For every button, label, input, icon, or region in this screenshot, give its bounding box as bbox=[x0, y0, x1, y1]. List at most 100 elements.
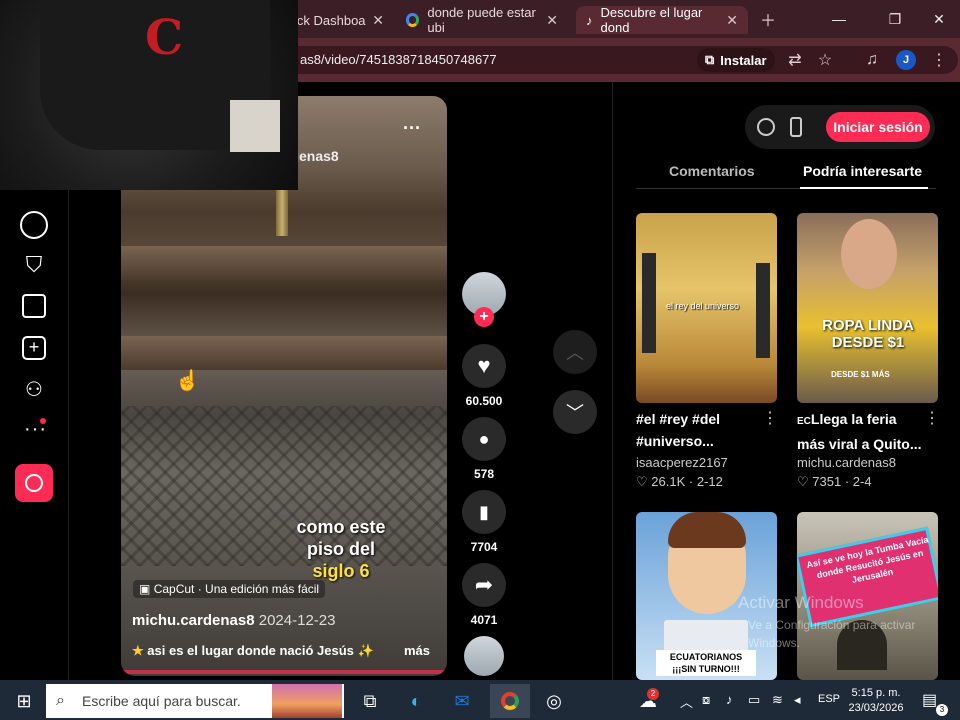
mobile-app-icon[interactable] bbox=[790, 117, 802, 137]
account-icon bbox=[25, 474, 43, 492]
share-arrow-icon: ➦ bbox=[474, 572, 494, 597]
menu-dots-icon[interactable]: ⋮ bbox=[927, 48, 951, 72]
battery-icon[interactable]: ▭ bbox=[748, 692, 760, 708]
tab-google-search[interactable]: donde puede estar ubi ✕ bbox=[396, 5, 568, 35]
video-thumbnail[interactable]: ROPA LINDA DESDE $1 DESDE $1 MÁS bbox=[797, 213, 938, 403]
webcam-background bbox=[230, 100, 280, 152]
card-username[interactable]: isaacperez2167 bbox=[636, 455, 728, 470]
show-hidden-icons-chevron-icon[interactable]: ︿ bbox=[680, 692, 693, 711]
tab-label: Descubre el lugar dond bbox=[600, 5, 703, 35]
video-author[interactable]: michu.cardenas8 bbox=[132, 612, 255, 629]
webcam-overlay: C bbox=[0, 0, 298, 190]
more-link[interactable]: más bbox=[404, 643, 430, 658]
following-icon[interactable]: ⛉ bbox=[20, 252, 48, 280]
search-highlight-image[interactable] bbox=[272, 684, 342, 718]
new-tab-icon[interactable]: ＋ bbox=[756, 7, 780, 31]
music-disc-avatar[interactable] bbox=[464, 636, 504, 676]
card-menu-icon[interactable]: ⋮ bbox=[762, 408, 778, 428]
bookmark-star-icon[interactable]: ☆ bbox=[813, 48, 837, 72]
obs-icon[interactable]: ◎ bbox=[536, 684, 572, 718]
tab-dashboard[interactable]: ick Dashboa ✕ bbox=[284, 6, 394, 34]
thumbnail-overlay-text: el rey del universo bbox=[666, 301, 740, 311]
wifi-icon[interactable]: ≋ bbox=[772, 692, 783, 708]
video-scene-plank bbox=[121, 246, 447, 280]
heart-outline-icon: ♡ bbox=[797, 474, 809, 489]
account-button[interactable] bbox=[15, 464, 53, 502]
notification-count-badge: 3 bbox=[936, 704, 948, 716]
edge-icon[interactable]: ◐ bbox=[398, 684, 434, 718]
webcam-cap-logo: C bbox=[145, 10, 184, 66]
media-control-icon[interactable]: ♫ bbox=[860, 48, 884, 72]
card-title[interactable]: ECLlega la feria más viral a Quito... bbox=[797, 408, 927, 455]
restore-icon[interactable]: ❐ bbox=[880, 8, 910, 30]
card-stats: ♡ 26.1K · 2-12 bbox=[636, 474, 723, 489]
tab-active-indicator bbox=[800, 187, 928, 189]
chrome-icon[interactable] bbox=[490, 684, 530, 718]
task-view-icon[interactable]: ⧉ bbox=[352, 684, 388, 718]
share-button[interactable]: ➦ bbox=[462, 563, 506, 607]
upload-plus-icon[interactable]: + bbox=[22, 336, 46, 360]
windows-activation-title: Activar Windows bbox=[738, 593, 864, 612]
tab-you-may-like[interactable]: Podría interesarte bbox=[803, 163, 922, 179]
thumbnail-overlay-subtext: DESDE $1 MÁS bbox=[831, 370, 890, 379]
thumbnail-overlay-text: ROPA LINDA DESDE $1 bbox=[822, 317, 914, 351]
thumbnail-overlay-text: ECUATORIANOS ¡¡¡SIN TURNO!!! bbox=[656, 650, 756, 676]
thumbnail-guard-figure bbox=[756, 263, 770, 358]
card-menu-icon[interactable]: ⋮ bbox=[924, 408, 940, 428]
capcut-icon: ▣ bbox=[139, 582, 151, 596]
explore-compass-icon[interactable] bbox=[20, 211, 48, 239]
card-username[interactable]: michu.cardenas8 bbox=[797, 455, 896, 470]
minimize-icon[interactable]: — bbox=[824, 8, 854, 30]
video-options-icon[interactable]: ··· bbox=[403, 118, 421, 139]
tab-comments[interactable]: Comentarios bbox=[669, 163, 755, 179]
sidebar-divider bbox=[68, 190, 69, 680]
close-icon[interactable]: ✕ bbox=[726, 12, 738, 29]
install-app-button[interactable]: ⧉ Instalar bbox=[697, 48, 775, 72]
windows-start-icon[interactable]: ⊞ bbox=[6, 684, 42, 718]
capcut-badge[interactable]: ▣ CapCut · Una edición más fácil bbox=[133, 580, 326, 598]
login-button[interactable]: Iniciar sesión bbox=[826, 112, 930, 142]
meet-now-icon[interactable]: ⧇ bbox=[702, 692, 710, 708]
microphone-icon[interactable]: ♪ bbox=[726, 692, 733, 707]
thumbnail-guard-figure bbox=[642, 253, 656, 353]
url-text[interactable]: as8/video/7451838718450748677 bbox=[300, 52, 497, 67]
sparkle-emoji-icon: ✨ bbox=[357, 643, 374, 658]
like-count: 60.500 bbox=[465, 394, 503, 408]
install-icon: ⧉ bbox=[705, 52, 715, 67]
profile-person-icon[interactable]: ⚇ bbox=[22, 377, 46, 401]
thumbnail-person bbox=[841, 219, 897, 289]
star-emoji-icon: ★ bbox=[132, 643, 144, 658]
bookmark-icon: ▮ bbox=[479, 501, 489, 522]
follow-plus-icon[interactable]: + bbox=[474, 307, 494, 327]
thumbnail-cartoon-hair bbox=[668, 512, 746, 548]
video-progress-bar[interactable] bbox=[121, 670, 447, 674]
like-button[interactable]: ♥ bbox=[462, 344, 506, 388]
close-window-icon[interactable]: ✕ bbox=[924, 8, 954, 30]
tiktok-icon: ♪ bbox=[586, 12, 593, 28]
comment-count: 578 bbox=[473, 467, 495, 481]
close-icon[interactable]: ✕ bbox=[546, 12, 558, 29]
heart-icon: ♥ bbox=[477, 353, 491, 378]
system-clock[interactable]: 5:15 p. m. 23/03/2026 bbox=[836, 686, 916, 716]
tab-tiktok-video[interactable]: ♪ Descubre el lugar dond ✕ bbox=[576, 5, 748, 35]
comment-button[interactable]: ● bbox=[462, 417, 506, 461]
heart-outline-icon: ♡ bbox=[636, 474, 648, 489]
video-author-line[interactable]: michu.cardenas8 2024-12-23 bbox=[132, 612, 335, 629]
outlook-icon[interactable]: ✉ bbox=[444, 684, 480, 718]
windows-activation-subtitle: Ve a Configuración para activar Windows. bbox=[748, 618, 916, 650]
live-tv-icon[interactable] bbox=[22, 294, 46, 318]
profile-avatar[interactable]: J bbox=[896, 50, 916, 70]
close-icon[interactable]: ✕ bbox=[372, 12, 384, 29]
save-button[interactable]: ▮ bbox=[462, 490, 506, 534]
video-date: 2024-12-23 bbox=[258, 612, 336, 629]
card-title[interactable]: #el #rey #del #universo... bbox=[636, 408, 766, 452]
next-video-chevron-down-icon[interactable]: ﹀ bbox=[553, 390, 597, 434]
volume-icon[interactable]: ◂ bbox=[794, 692, 801, 708]
video-thumbnail[interactable]: el rey del universo bbox=[636, 213, 777, 403]
tiktok-coin-icon[interactable] bbox=[757, 118, 775, 136]
notification-dot bbox=[40, 418, 46, 424]
translate-icon[interactable]: ⇄ bbox=[783, 48, 807, 72]
notifications-icon[interactable]: ▤ bbox=[922, 690, 937, 710]
tab-label: ick Dashboa bbox=[294, 12, 366, 28]
previous-video-chevron-up-icon[interactable]: ︿ bbox=[553, 330, 597, 374]
